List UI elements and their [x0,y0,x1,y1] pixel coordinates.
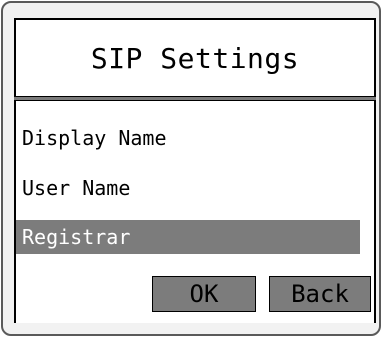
back-button[interactable]: Back [269,276,371,312]
lcd-panel: SIP Settings Display Name User Name Regi… [14,18,376,323]
menu-item-registrar[interactable]: Registrar [16,220,360,254]
title-divider [14,96,376,101]
ok-button[interactable]: OK [152,276,256,312]
screen-frame: SIP Settings Display Name User Name Regi… [1,1,381,336]
menu-item-user-name[interactable]: User Name [16,173,360,203]
phone-display: SIP Settings Display Name User Name Regi… [0,0,385,340]
page-title: SIP Settings [90,41,300,75]
menu-item-display-name[interactable]: Display Name [16,123,360,153]
